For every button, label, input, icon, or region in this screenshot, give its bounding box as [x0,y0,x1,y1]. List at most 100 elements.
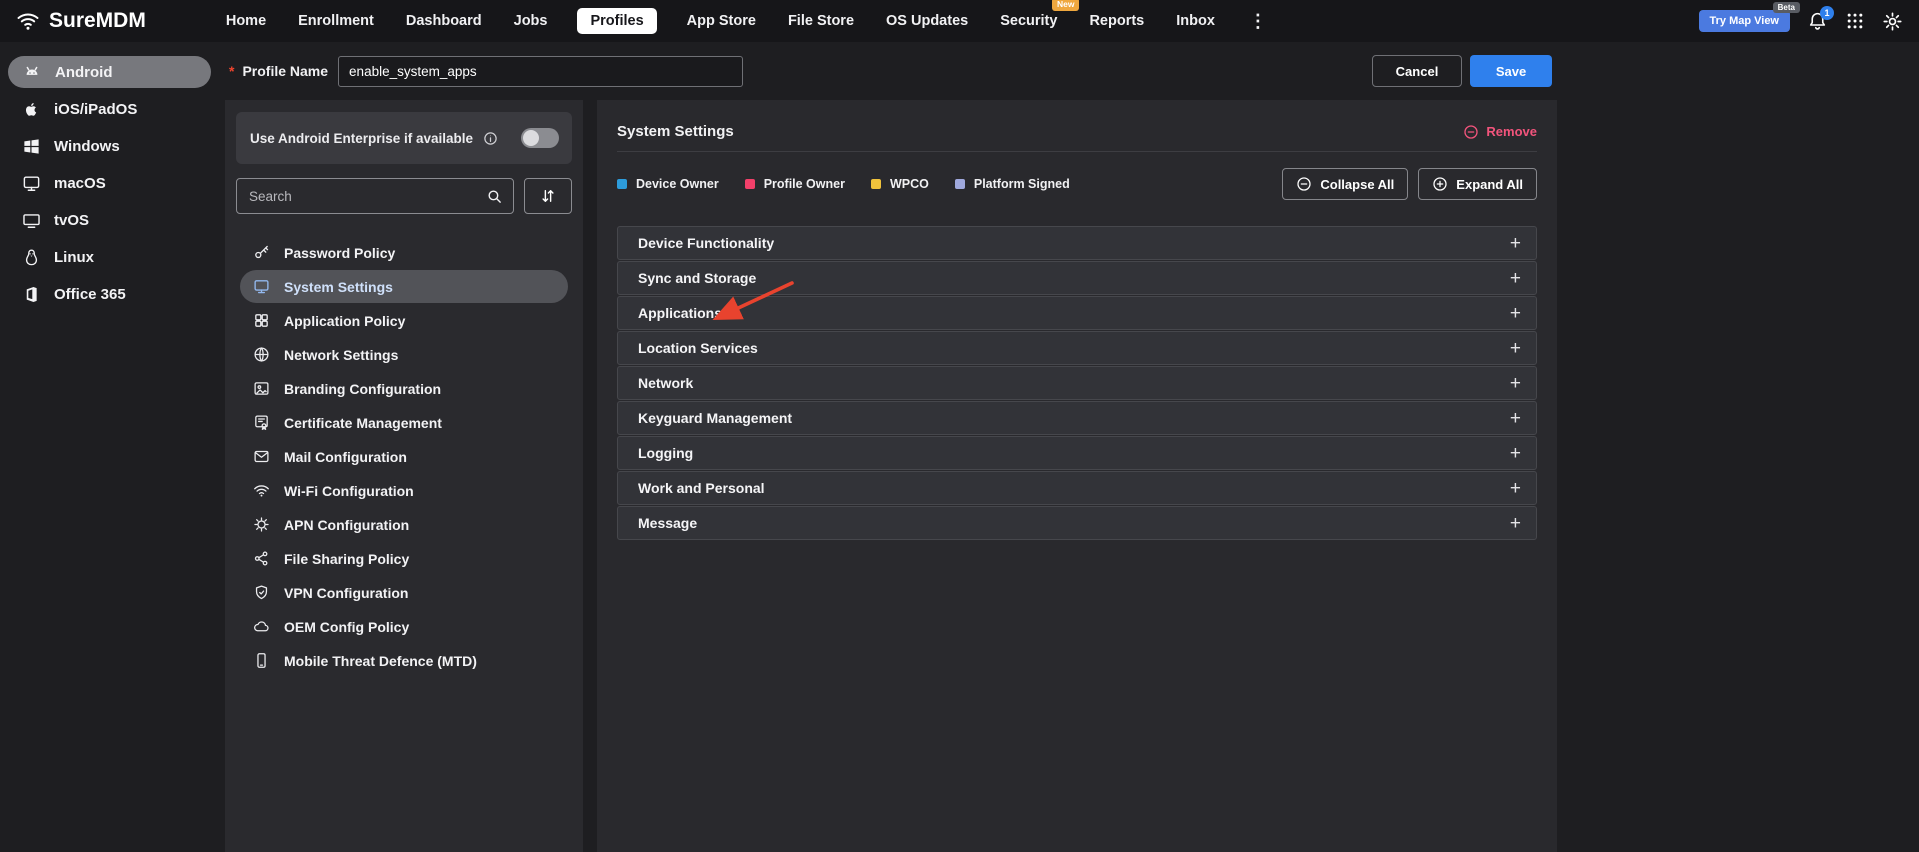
collapse-all-button[interactable]: Collapse All [1282,168,1408,200]
apps-icon [253,312,270,329]
expand-plus-icon[interactable]: + [1510,304,1521,323]
brand[interactable]: SureMDM [16,9,146,33]
topbar-right-cluster: Try Map View Beta 1 [1699,10,1904,32]
settings-button[interactable] [1882,11,1903,32]
legend-actions: Collapse All Expand All [1282,168,1537,200]
remove-button[interactable]: Remove [1463,124,1537,140]
circle-minus-icon [1296,176,1312,192]
panel-title-row: System Settings Remove [617,112,1537,152]
nav-security[interactable]: Security New [998,8,1059,34]
policy-item-label: Wi-Fi Configuration [284,483,414,499]
policy-item-vpn-configuration[interactable]: VPN Configuration [240,576,568,609]
enterprise-toggle[interactable] [521,128,559,148]
nav-enrollment[interactable]: Enrollment [296,8,376,34]
brand-name: SureMDM [49,9,146,33]
policy-item-certificate-management[interactable]: Certificate Management [240,406,568,439]
share-icon [253,550,270,567]
policy-item-label: Certificate Management [284,415,442,431]
save-button[interactable]: Save [1470,55,1552,87]
expand-plus-icon[interactable]: + [1510,374,1521,393]
section-applications[interactable]: Applications + [617,296,1537,330]
section-location-services[interactable]: Location Services + [617,331,1537,365]
more-menu-kebab-icon[interactable]: ⋮ [1245,11,1271,32]
section-work-and-personal[interactable]: Work and Personal + [617,471,1537,505]
section-message[interactable]: Message + [617,506,1537,540]
policy-item-label: Network Settings [284,347,398,363]
legend-label: Platform Signed [974,177,1070,191]
policy-item-system-settings[interactable]: System Settings [240,270,568,303]
nav-dashboard[interactable]: Dashboard [404,8,484,34]
try-map-view-label: Try Map View [1710,15,1780,27]
sidebar-item-label: tvOS [54,212,89,229]
section-label: Logging [638,445,693,461]
expand-plus-icon[interactable]: + [1510,269,1521,288]
vpn-shield-icon [253,584,270,601]
nav-file-store[interactable]: File Store [786,8,856,34]
search-icon [486,188,503,205]
enterprise-toggle-label: Use Android Enterprise if available [250,131,473,146]
notifications-button[interactable]: 1 [1807,11,1828,32]
policy-item-password-policy[interactable]: Password Policy [240,236,568,269]
section-logging[interactable]: Logging + [617,436,1537,470]
expand-plus-icon[interactable]: + [1510,444,1521,463]
section-sync-and-storage[interactable]: Sync and Storage + [617,261,1537,295]
wifi-signal-icon [16,9,40,33]
policy-item-oem-config-policy[interactable]: OEM Config Policy [240,610,568,643]
new-badge: New [1052,0,1079,11]
nav-reports[interactable]: Reports [1087,8,1146,34]
sidebar-item-macos[interactable]: macOS [8,167,211,199]
policy-item-network-settings[interactable]: Network Settings [240,338,568,371]
section-label: Work and Personal [638,480,765,496]
expand-plus-icon[interactable]: + [1510,514,1521,533]
certificate-icon [253,414,270,431]
sidebar-item-android[interactable]: Android [8,56,211,88]
info-icon[interactable] [483,131,498,146]
try-map-view-button[interactable]: Try Map View Beta [1699,10,1791,32]
nav-security-label: Security [1000,13,1057,29]
expand-all-label: Expand All [1456,177,1523,192]
policy-item-apn-configuration[interactable]: APN Configuration [240,508,568,541]
monitor-icon [22,174,41,193]
apps-launcher-button[interactable] [1845,11,1865,31]
monitor-icon [253,278,270,295]
policy-item-mobile-threat-defence[interactable]: Mobile Threat Defence (MTD) [240,644,568,677]
section-keyguard-management[interactable]: Keyguard Management + [617,401,1537,435]
section-device-functionality[interactable]: Device Functionality + [617,226,1537,260]
nav-os-updates[interactable]: OS Updates [884,8,970,34]
policy-item-wifi-configuration[interactable]: Wi-Fi Configuration [240,474,568,507]
profile-header: * Profile Name Cancel Save [225,42,1557,100]
nav-profiles[interactable]: Profiles [577,8,656,34]
circle-plus-icon [1432,176,1448,192]
nav-jobs[interactable]: Jobs [512,8,550,34]
policy-item-label: VPN Configuration [284,585,408,601]
profile-name-input[interactable] [338,56,743,87]
sidebar-item-windows[interactable]: Windows [8,130,211,162]
sort-button[interactable] [524,178,572,214]
sidebar-item-linux[interactable]: Linux [8,241,211,273]
nav-home[interactable]: Home [224,8,268,34]
cancel-button[interactable]: Cancel [1372,55,1462,87]
policy-item-file-sharing-policy[interactable]: File Sharing Policy [240,542,568,575]
nav-app-store[interactable]: App Store [685,8,758,34]
required-mark: * [229,63,234,79]
policy-item-branding-configuration[interactable]: Branding Configuration [240,372,568,405]
sidebar-item-office365[interactable]: Office 365 [8,278,211,310]
platform-signed-swatch [955,179,965,189]
expand-plus-icon[interactable]: + [1510,234,1521,253]
sidebar-item-tvos[interactable]: tvOS [8,204,211,236]
sidebar-item-ios[interactable]: iOS/iPadOS [8,93,211,125]
android-icon [22,62,42,82]
nav-inbox[interactable]: Inbox [1174,8,1217,34]
section-network[interactable]: Network + [617,366,1537,400]
expand-plus-icon[interactable]: + [1510,339,1521,358]
expand-plus-icon[interactable]: + [1510,409,1521,428]
sidebar-item-label: Windows [54,138,120,155]
expand-plus-icon[interactable]: + [1510,479,1521,498]
expand-all-button[interactable]: Expand All [1418,168,1537,200]
mail-icon [253,448,270,465]
tv-icon [22,211,41,230]
search-input[interactable] [247,188,486,205]
circle-minus-icon [1463,124,1479,140]
policy-item-mail-configuration[interactable]: Mail Configuration [240,440,568,473]
policy-item-application-policy[interactable]: Application Policy [240,304,568,337]
